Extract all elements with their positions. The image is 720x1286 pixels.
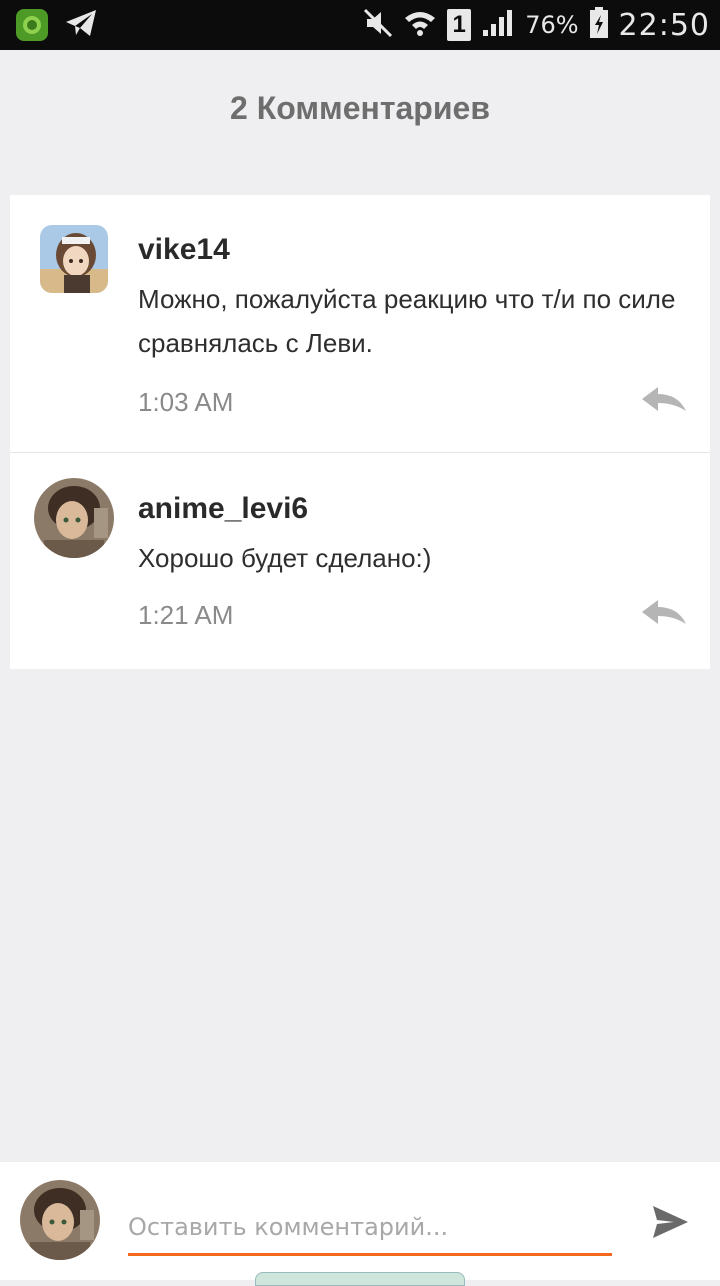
- username[interactable]: anime_levi6: [138, 492, 308, 526]
- clock: 22:50: [618, 7, 710, 43]
- comment-text: Можно, пожалуйста реакцию что т/и по сил…: [138, 284, 676, 358]
- comments-list: vike14 Можно, пожалуйста реакцию что т/и…: [10, 195, 710, 669]
- telegram-icon: [64, 8, 98, 43]
- avatar[interactable]: [40, 225, 108, 293]
- mute-icon: [363, 8, 393, 43]
- comment-item: anime_levi6 Хорошо будет сделано:) 1:21 …: [10, 454, 710, 669]
- comment-text: Хорошо будет сделано:): [138, 543, 432, 573]
- battery-charging-icon: [589, 6, 609, 44]
- comment-time: 1:21 AM: [138, 600, 234, 630]
- sim-badge: 1: [447, 9, 472, 41]
- username[interactable]: vike14: [138, 233, 230, 267]
- wifi-icon: [403, 8, 437, 43]
- signal-icon: [481, 8, 515, 43]
- keyboard-handle[interactable]: [255, 1272, 465, 1286]
- battery-percent: 76%: [525, 11, 579, 39]
- comment-item: vike14 Можно, пожалуйста реакцию что т/и…: [10, 195, 710, 453]
- lion-app-icon: [16, 9, 48, 41]
- send-icon[interactable]: [650, 1202, 690, 1242]
- avatar[interactable]: [34, 478, 114, 558]
- comment-input[interactable]: [128, 1200, 612, 1256]
- comments-count-title: 2 Комментариев: [230, 90, 490, 126]
- comment-time: 1:03 AM: [138, 387, 234, 417]
- current-user-avatar: [20, 1180, 100, 1260]
- reply-icon[interactable]: [640, 385, 688, 415]
- reply-icon[interactable]: [640, 598, 688, 628]
- comment-composer: [0, 1162, 720, 1286]
- status-bar: 1 76% 22:50: [0, 0, 720, 50]
